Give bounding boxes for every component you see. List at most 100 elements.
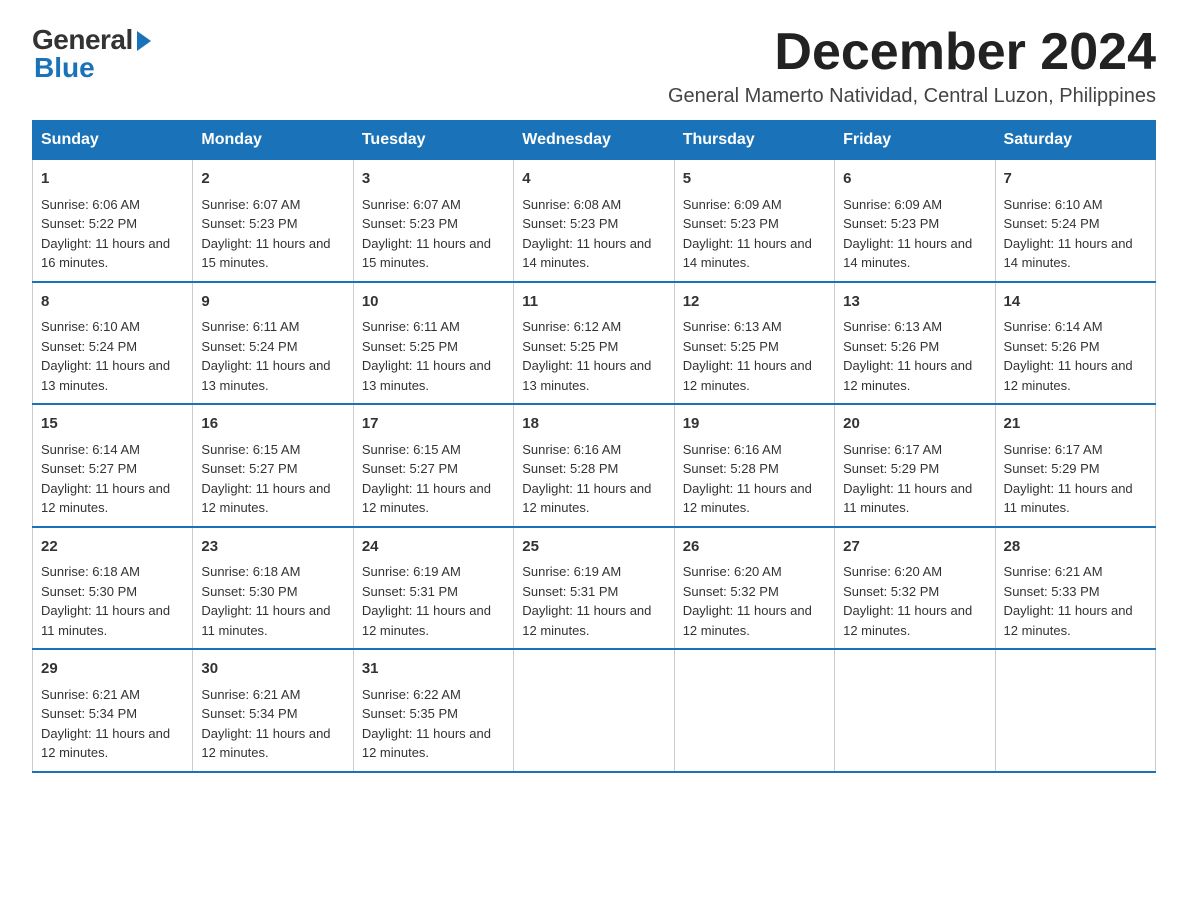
calendar-day-cell: 24 Sunrise: 6:19 AMSunset: 5:31 PMDaylig… [353, 527, 513, 650]
day-sunrise: Sunrise: 6:09 AMSunset: 5:23 PMDaylight:… [683, 197, 812, 271]
calendar-day-cell: 19 Sunrise: 6:16 AMSunset: 5:28 PMDaylig… [674, 404, 834, 527]
calendar-week-row: 1 Sunrise: 6:06 AMSunset: 5:22 PMDayligh… [33, 160, 1156, 282]
day-number: 7 [1004, 168, 1147, 191]
day-sunrise: Sunrise: 6:21 AMSunset: 5:33 PMDaylight:… [1004, 564, 1133, 638]
day-number: 20 [843, 413, 986, 436]
calendar-day-cell: 5 Sunrise: 6:09 AMSunset: 5:23 PMDayligh… [674, 160, 834, 282]
calendar-day-cell: 17 Sunrise: 6:15 AMSunset: 5:27 PMDaylig… [353, 404, 513, 527]
day-sunrise: Sunrise: 6:17 AMSunset: 5:29 PMDaylight:… [1004, 442, 1133, 516]
day-number: 10 [362, 291, 505, 314]
day-number: 17 [362, 413, 505, 436]
day-number: 31 [362, 658, 505, 681]
calendar-table: SundayMondayTuesdayWednesdayThursdayFrid… [32, 120, 1156, 773]
day-sunrise: Sunrise: 6:07 AMSunset: 5:23 PMDaylight:… [362, 197, 491, 271]
day-sunrise: Sunrise: 6:16 AMSunset: 5:28 PMDaylight:… [522, 442, 651, 516]
calendar-day-cell: 7 Sunrise: 6:10 AMSunset: 5:24 PMDayligh… [995, 160, 1155, 282]
day-sunrise: Sunrise: 6:06 AMSunset: 5:22 PMDaylight:… [41, 197, 170, 271]
day-sunrise: Sunrise: 6:18 AMSunset: 5:30 PMDaylight:… [201, 564, 330, 638]
calendar-day-cell: 13 Sunrise: 6:13 AMSunset: 5:26 PMDaylig… [835, 282, 995, 405]
day-sunrise: Sunrise: 6:18 AMSunset: 5:30 PMDaylight:… [41, 564, 170, 638]
calendar-day-cell: 1 Sunrise: 6:06 AMSunset: 5:22 PMDayligh… [33, 160, 193, 282]
month-title: December 2024 [668, 24, 1156, 81]
day-sunrise: Sunrise: 6:19 AMSunset: 5:31 PMDaylight:… [362, 564, 491, 638]
calendar-day-cell: 11 Sunrise: 6:12 AMSunset: 5:25 PMDaylig… [514, 282, 674, 405]
day-number: 18 [522, 413, 665, 436]
day-sunrise: Sunrise: 6:09 AMSunset: 5:23 PMDaylight:… [843, 197, 972, 271]
calendar-day-cell [835, 649, 995, 772]
weekday-header-wednesday: Wednesday [514, 121, 674, 160]
day-number: 28 [1004, 536, 1147, 559]
day-sunrise: Sunrise: 6:20 AMSunset: 5:32 PMDaylight:… [843, 564, 972, 638]
day-sunrise: Sunrise: 6:14 AMSunset: 5:26 PMDaylight:… [1004, 319, 1133, 393]
day-sunrise: Sunrise: 6:17 AMSunset: 5:29 PMDaylight:… [843, 442, 972, 516]
logo: General Blue [32, 24, 151, 84]
location-subtitle: General Mamerto Natividad, Central Luzon… [668, 85, 1156, 108]
day-number: 23 [201, 536, 344, 559]
calendar-day-cell: 14 Sunrise: 6:14 AMSunset: 5:26 PMDaylig… [995, 282, 1155, 405]
calendar-day-cell: 29 Sunrise: 6:21 AMSunset: 5:34 PMDaylig… [33, 649, 193, 772]
calendar-day-cell: 10 Sunrise: 6:11 AMSunset: 5:25 PMDaylig… [353, 282, 513, 405]
day-number: 27 [843, 536, 986, 559]
calendar-day-cell: 6 Sunrise: 6:09 AMSunset: 5:23 PMDayligh… [835, 160, 995, 282]
weekday-header-saturday: Saturday [995, 121, 1155, 160]
calendar-day-cell: 28 Sunrise: 6:21 AMSunset: 5:33 PMDaylig… [995, 527, 1155, 650]
day-sunrise: Sunrise: 6:15 AMSunset: 5:27 PMDaylight:… [201, 442, 330, 516]
day-number: 2 [201, 168, 344, 191]
calendar-week-row: 29 Sunrise: 6:21 AMSunset: 5:34 PMDaylig… [33, 649, 1156, 772]
day-sunrise: Sunrise: 6:21 AMSunset: 5:34 PMDaylight:… [41, 687, 170, 761]
day-number: 26 [683, 536, 826, 559]
day-number: 4 [522, 168, 665, 191]
day-number: 14 [1004, 291, 1147, 314]
day-number: 15 [41, 413, 184, 436]
calendar-body: 1 Sunrise: 6:06 AMSunset: 5:22 PMDayligh… [33, 160, 1156, 772]
day-number: 8 [41, 291, 184, 314]
title-block: December 2024 General Mamerto Natividad,… [668, 24, 1156, 108]
day-number: 6 [843, 168, 986, 191]
day-number: 25 [522, 536, 665, 559]
day-sunrise: Sunrise: 6:15 AMSunset: 5:27 PMDaylight:… [362, 442, 491, 516]
calendar-day-cell [995, 649, 1155, 772]
day-sunrise: Sunrise: 6:19 AMSunset: 5:31 PMDaylight:… [522, 564, 651, 638]
day-sunrise: Sunrise: 6:14 AMSunset: 5:27 PMDaylight:… [41, 442, 170, 516]
calendar-day-cell: 22 Sunrise: 6:18 AMSunset: 5:30 PMDaylig… [33, 527, 193, 650]
weekday-header-sunday: Sunday [33, 121, 193, 160]
day-number: 16 [201, 413, 344, 436]
calendar-day-cell: 16 Sunrise: 6:15 AMSunset: 5:27 PMDaylig… [193, 404, 353, 527]
day-number: 22 [41, 536, 184, 559]
weekday-header-friday: Friday [835, 121, 995, 160]
calendar-day-cell: 4 Sunrise: 6:08 AMSunset: 5:23 PMDayligh… [514, 160, 674, 282]
day-number: 5 [683, 168, 826, 191]
calendar-day-cell: 2 Sunrise: 6:07 AMSunset: 5:23 PMDayligh… [193, 160, 353, 282]
calendar-header: SundayMondayTuesdayWednesdayThursdayFrid… [33, 121, 1156, 160]
day-number: 13 [843, 291, 986, 314]
day-sunrise: Sunrise: 6:11 AMSunset: 5:24 PMDaylight:… [201, 319, 330, 393]
day-number: 12 [683, 291, 826, 314]
day-number: 21 [1004, 413, 1147, 436]
day-sunrise: Sunrise: 6:10 AMSunset: 5:24 PMDaylight:… [1004, 197, 1133, 271]
weekday-header-tuesday: Tuesday [353, 121, 513, 160]
calendar-day-cell: 9 Sunrise: 6:11 AMSunset: 5:24 PMDayligh… [193, 282, 353, 405]
day-sunrise: Sunrise: 6:13 AMSunset: 5:26 PMDaylight:… [843, 319, 972, 393]
calendar-day-cell [674, 649, 834, 772]
day-sunrise: Sunrise: 6:07 AMSunset: 5:23 PMDaylight:… [201, 197, 330, 271]
weekday-header-monday: Monday [193, 121, 353, 160]
day-number: 9 [201, 291, 344, 314]
calendar-week-row: 15 Sunrise: 6:14 AMSunset: 5:27 PMDaylig… [33, 404, 1156, 527]
calendar-day-cell: 31 Sunrise: 6:22 AMSunset: 5:35 PMDaylig… [353, 649, 513, 772]
calendar-day-cell: 3 Sunrise: 6:07 AMSunset: 5:23 PMDayligh… [353, 160, 513, 282]
day-sunrise: Sunrise: 6:21 AMSunset: 5:34 PMDaylight:… [201, 687, 330, 761]
day-number: 30 [201, 658, 344, 681]
day-sunrise: Sunrise: 6:13 AMSunset: 5:25 PMDaylight:… [683, 319, 812, 393]
weekday-header-row: SundayMondayTuesdayWednesdayThursdayFrid… [33, 121, 1156, 160]
calendar-day-cell: 26 Sunrise: 6:20 AMSunset: 5:32 PMDaylig… [674, 527, 834, 650]
calendar-day-cell: 27 Sunrise: 6:20 AMSunset: 5:32 PMDaylig… [835, 527, 995, 650]
calendar-week-row: 8 Sunrise: 6:10 AMSunset: 5:24 PMDayligh… [33, 282, 1156, 405]
calendar-day-cell: 8 Sunrise: 6:10 AMSunset: 5:24 PMDayligh… [33, 282, 193, 405]
calendar-week-row: 22 Sunrise: 6:18 AMSunset: 5:30 PMDaylig… [33, 527, 1156, 650]
day-sunrise: Sunrise: 6:20 AMSunset: 5:32 PMDaylight:… [683, 564, 812, 638]
calendar-day-cell: 12 Sunrise: 6:13 AMSunset: 5:25 PMDaylig… [674, 282, 834, 405]
calendar-day-cell: 25 Sunrise: 6:19 AMSunset: 5:31 PMDaylig… [514, 527, 674, 650]
day-sunrise: Sunrise: 6:11 AMSunset: 5:25 PMDaylight:… [362, 319, 491, 393]
calendar-day-cell: 21 Sunrise: 6:17 AMSunset: 5:29 PMDaylig… [995, 404, 1155, 527]
calendar-day-cell: 18 Sunrise: 6:16 AMSunset: 5:28 PMDaylig… [514, 404, 674, 527]
